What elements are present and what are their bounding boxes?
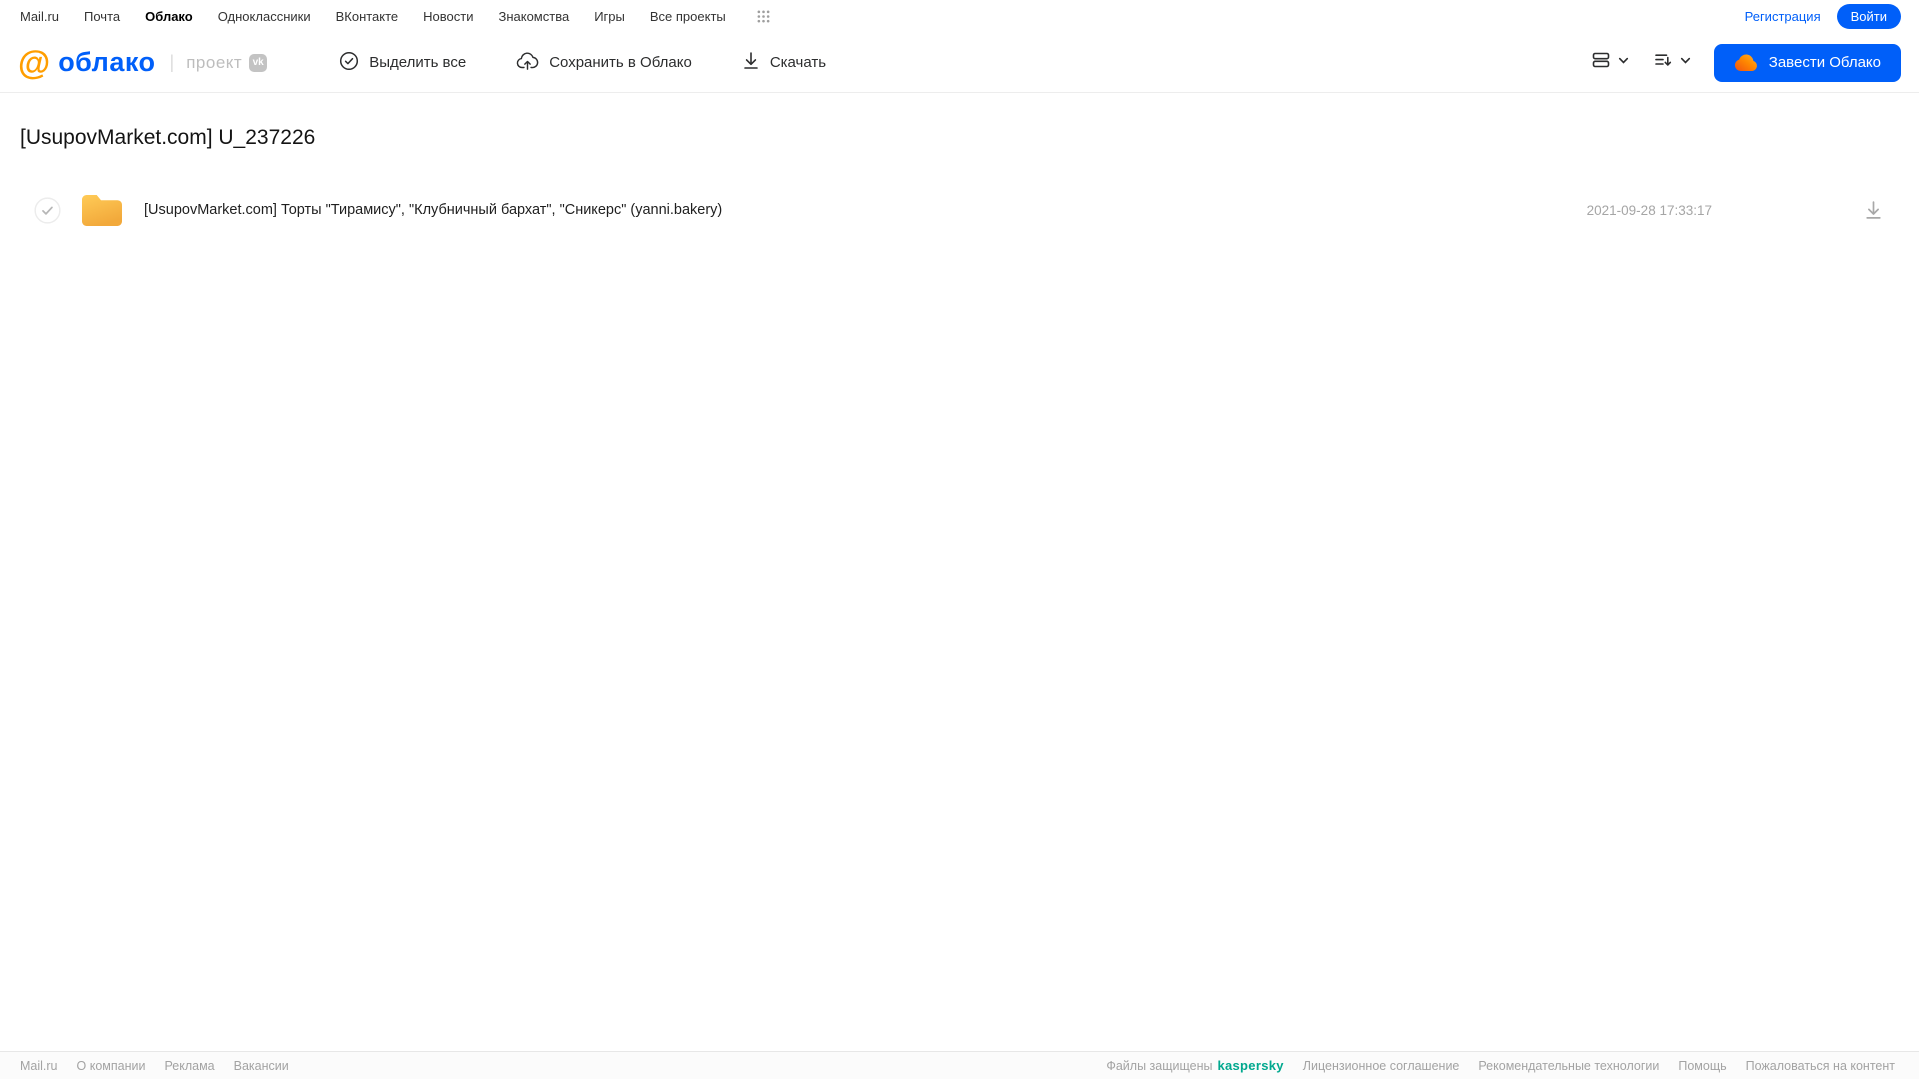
- cloud-logo-text: облако: [58, 47, 156, 77]
- download-label: Скачать: [769, 54, 827, 71]
- download-icon: [742, 51, 760, 74]
- select-all-label: Выделить все: [369, 54, 467, 71]
- vk-icon: vk: [249, 53, 268, 72]
- portal-link-odnoklassniki[interactable]: Одноклассники: [218, 9, 311, 24]
- circle-check-icon: [339, 51, 359, 75]
- kaspersky-protection: Файлы защищены kaspersky: [1106, 1058, 1283, 1073]
- portal-auth: Регистрация Войти: [1745, 4, 1901, 29]
- page-title: [UsupovMarket.com] U_237226: [20, 126, 316, 149]
- portal-link-dating[interactable]: Знакомства: [498, 9, 569, 24]
- cloud-upload-icon: [516, 51, 539, 75]
- header: @ облако | проект vk Выделить все Сохран…: [0, 33, 1919, 93]
- folder-icon: [79, 191, 125, 229]
- registration-link[interactable]: Регистрация: [1745, 9, 1821, 24]
- kaspersky-logo: kaspersky: [1217, 1058, 1284, 1073]
- footer-link-recommendations[interactable]: Рекомендательные технологии: [1478, 1059, 1659, 1073]
- cloud-logo[interactable]: @ облако: [18, 46, 156, 79]
- list-view-icon: [1590, 49, 1612, 76]
- get-cloud-label: Завести Облако: [1768, 54, 1881, 71]
- footer: Mail.ru О компании Реклама Вакансии Файл…: [0, 1051, 1919, 1079]
- logo-divider: |: [169, 52, 175, 72]
- apps-grid-icon[interactable]: [757, 10, 770, 23]
- portal-link-news[interactable]: Новости: [423, 9, 473, 24]
- vk-project-tag: | проект vk: [170, 52, 268, 73]
- footer-link-report[interactable]: Пожаловаться на контент: [1746, 1059, 1895, 1073]
- save-to-cloud-button[interactable]: Сохранить в Облако: [510, 50, 698, 76]
- select-all-button[interactable]: Выделить все: [333, 50, 472, 76]
- portal-nav: Mail.ru Почта Облако Одноклассники ВКонт…: [0, 0, 1919, 33]
- download-button[interactable]: Скачать: [736, 50, 832, 75]
- footer-link-jobs[interactable]: Вакансии: [234, 1059, 289, 1073]
- file-name[interactable]: [UsupovMarket.com] Торты "Тирамису", "Кл…: [144, 202, 722, 218]
- portal-link-games[interactable]: Игры: [594, 9, 625, 24]
- sort-icon: [1652, 49, 1674, 76]
- footer-link-ads[interactable]: Реклама: [164, 1059, 214, 1073]
- portal-link-mail[interactable]: Почта: [84, 9, 120, 24]
- footer-link-help[interactable]: Помощь: [1678, 1059, 1726, 1073]
- footer-link-about[interactable]: О компании: [77, 1059, 146, 1073]
- footer-right-links: Файлы защищены kaspersky Лицензионное со…: [1106, 1058, 1895, 1073]
- portal-link-cloud[interactable]: Облако: [145, 9, 193, 24]
- login-button[interactable]: Войти: [1836, 4, 1901, 29]
- get-cloud-button[interactable]: Завести Облако: [1713, 43, 1901, 82]
- chevron-down-icon: [1679, 54, 1692, 72]
- sort-dropdown[interactable]: [1652, 49, 1692, 76]
- portal-link-mailru[interactable]: Mail.ru: [20, 9, 59, 24]
- mailru-at-icon: @: [18, 44, 51, 81]
- main-content: [UsupovMarket.com] U_237226 [UsupovMarke…: [0, 126, 1919, 238]
- file-date: 2021-09-28 17:33:17: [1586, 202, 1712, 218]
- portal-link-all-projects[interactable]: Все проекты: [650, 9, 726, 24]
- view-mode-dropdown[interactable]: [1590, 49, 1630, 76]
- project-label: проект: [186, 52, 243, 72]
- footer-link-license[interactable]: Лицензионное соглашение: [1303, 1059, 1460, 1073]
- chevron-down-icon: [1617, 54, 1630, 72]
- file-toolbar: Выделить все Сохранить в Облако Скачать: [333, 50, 832, 76]
- save-to-cloud-label: Сохранить в Облако: [549, 54, 692, 71]
- header-right-controls: Завести Облако: [1590, 43, 1901, 82]
- row-checkbox[interactable]: [34, 196, 61, 224]
- file-row[interactable]: [UsupovMarket.com] Торты "Тирамису", "Кл…: [20, 182, 1899, 238]
- row-download-icon[interactable]: [1864, 200, 1883, 220]
- file-list: [UsupovMarket.com] Торты "Тирамису", "Кл…: [20, 182, 1899, 238]
- protected-by-label: Файлы защищены: [1106, 1058, 1213, 1073]
- cloud-icon: [1734, 53, 1759, 72]
- portal-link-vkontakte[interactable]: ВКонтакте: [336, 9, 399, 24]
- footer-link-mailru[interactable]: Mail.ru: [20, 1059, 58, 1073]
- footer-left-links: Mail.ru О компании Реклама Вакансии: [20, 1059, 289, 1073]
- portal-links: Mail.ru Почта Облако Одноклассники ВКонт…: [20, 9, 770, 24]
